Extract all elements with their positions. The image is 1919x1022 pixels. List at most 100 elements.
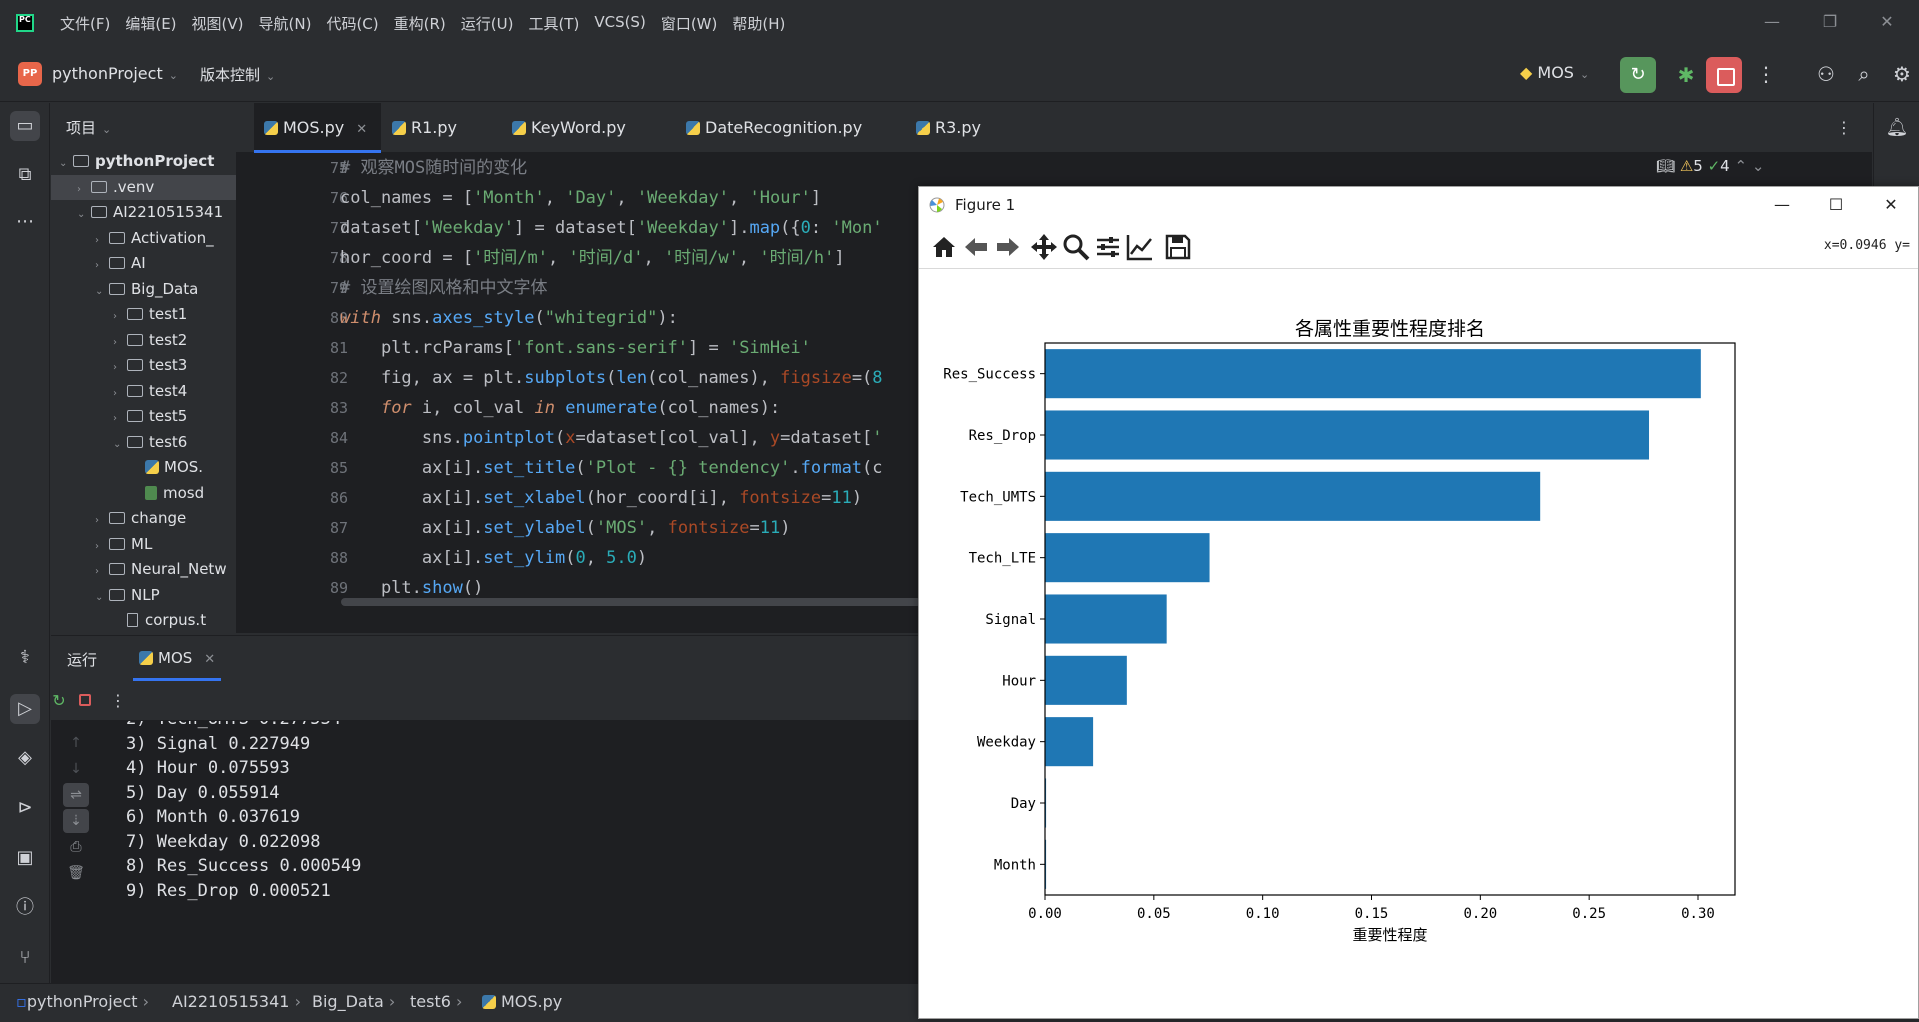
notifications-bell-icon[interactable]: 🔔︎ (1882, 113, 1912, 143)
tree-item[interactable]: › change (51, 506, 236, 531)
stop-icon[interactable] (73, 689, 97, 713)
tree-item[interactable]: ⌄ Big_Data (51, 277, 236, 302)
scroll-to-end-icon[interactable]: ⇣ (63, 809, 89, 833)
inspection-widget[interactable]: 📖︎ ⚠5 ✓4 ⌃ ⌄ (1656, 157, 1764, 175)
menu-item[interactable]: 运行(U) (461, 13, 514, 34)
trash-icon[interactable]: 🗑︎ (63, 861, 89, 885)
save-floppy-icon[interactable] (1163, 232, 1193, 262)
tab-keyword-py[interactable]: KeyWord.py (512, 103, 626, 153)
menu-item[interactable]: 重构(R) (394, 13, 446, 34)
horizontal-scrollbar[interactable] (341, 598, 921, 606)
close-icon[interactable]: ✕ (1877, 12, 1897, 32)
chevron-right-icon[interactable]: › (77, 177, 91, 202)
menu-item[interactable]: 导航(N) (259, 13, 312, 34)
more-horizontal-icon[interactable]: ⋯ (10, 207, 40, 237)
figure-close-icon[interactable]: ✕ (1879, 193, 1903, 217)
minimize-icon[interactable]: — (1762, 12, 1782, 32)
menu-item[interactable]: 代码(C) (326, 13, 378, 34)
tree-item[interactable]: › test1 (51, 302, 236, 327)
debug-button[interactable]: ✱ (1668, 57, 1704, 93)
tree-item[interactable]: ⌄ test6 (51, 430, 236, 455)
tab-mos-py[interactable]: MOS.py ✕ (254, 103, 382, 153)
reader-mode-icon[interactable]: 📖︎ (1656, 157, 1680, 175)
edit-axes-icon[interactable] (1125, 232, 1155, 262)
configure-subplots-icon[interactable] (1093, 232, 1123, 262)
run-config-selector[interactable]: ◆ MOS ⌄ (1520, 63, 1589, 82)
tree-item[interactable]: corpus.t (51, 608, 236, 633)
tree-item[interactable]: ⌄ pythonProject (51, 149, 236, 174)
tree-item[interactable]: ⌄ NLP (51, 583, 236, 608)
menu-item[interactable]: 帮助(H) (732, 13, 785, 34)
stop-button[interactable] (1706, 57, 1742, 93)
breadcrumb-item[interactable]: MOS.py (482, 992, 562, 1011)
add-user-icon[interactable]: ⚇ (1812, 60, 1840, 88)
chevron-right-icon[interactable]: › (113, 355, 127, 380)
tab-r3-py[interactable]: R3.py (916, 103, 981, 153)
chevron-right-icon[interactable]: › (95, 534, 109, 559)
figure-canvas[interactable]: 各属性重要性程度排名 Res_Success Res_Drop Tech_UMTS Te… (919, 269, 1918, 1018)
services-icon[interactable]: ⊳ (10, 793, 40, 823)
vcs-menu[interactable]: 版本控制 ⌄ (200, 64, 275, 85)
chevron-right-icon[interactable]: › (113, 406, 127, 431)
menu-item[interactable]: 文件(F) (60, 13, 110, 34)
chevron-down-icon[interactable]: ⌄ (59, 151, 73, 176)
chevron-down-icon[interactable]: ⌄ (113, 432, 127, 457)
zoom-magnifier-icon[interactable] (1061, 232, 1091, 262)
terminal-icon[interactable]: ▣ (10, 843, 40, 873)
breadcrumb-item[interactable]: Big_Data › (312, 992, 395, 1011)
home-icon[interactable] (929, 232, 959, 262)
figure-minimize-icon[interactable]: — (1770, 193, 1794, 217)
project-folder-icon[interactable]: ▭ (10, 111, 40, 141)
run-tool-icon[interactable]: ▷ (10, 694, 40, 724)
print-icon[interactable]: ⎙ (63, 835, 89, 859)
tree-item[interactable]: › AI (51, 251, 236, 276)
project-selector[interactable]: pythonProject ⌄ (52, 64, 178, 83)
breadcrumb-item[interactable]: ▫pythonProject › (16, 992, 149, 1011)
close-tab-icon[interactable]: ✕ (356, 122, 367, 137)
tree-item[interactable]: › test4 (51, 379, 236, 404)
structure-icon[interactable]: ⧉ (10, 160, 40, 190)
back-arrow-icon[interactable] (961, 232, 991, 262)
tree-item[interactable]: › test3 (51, 353, 236, 378)
tree-item[interactable]: ⌄ AI2210515341 (51, 200, 236, 225)
tab-daterecognition-py[interactable]: DateRecognition.py (686, 103, 862, 153)
chevron-right-icon[interactable]: › (113, 330, 127, 355)
chevron-right-icon[interactable]: › (95, 253, 109, 278)
project-panel-header[interactable]: 项目 ⌄ (66, 117, 111, 138)
menu-item[interactable]: 编辑(E) (125, 13, 176, 34)
tab-options-icon[interactable]: ⋮ (1836, 103, 1852, 153)
project-badge[interactable]: PP (18, 62, 42, 86)
soft-wrap-icon[interactable]: ⇌ (63, 783, 89, 807)
scroll-down-icon[interactable]: ↓ (63, 757, 89, 781)
settings-gear-icon[interactable]: ⚙ (1888, 60, 1916, 88)
close-tab-icon[interactable]: ✕ (204, 652, 215, 667)
tree-item[interactable]: › test2 (51, 328, 236, 353)
chevron-down-icon[interactable]: ⌄ (95, 279, 109, 304)
chevron-up-icon[interactable]: ⌃ (1735, 157, 1748, 175)
tree-item[interactable]: MOS. (51, 455, 236, 480)
tree-item[interactable]: › test5 (51, 404, 236, 429)
tree-item[interactable]: › Neural_Netw (51, 557, 236, 582)
chevron-right-icon[interactable]: › (113, 304, 127, 329)
chevron-right-icon[interactable]: › (113, 381, 127, 406)
menu-item[interactable]: 工具(T) (528, 13, 579, 34)
more-vertical-icon[interactable]: ⋮ (106, 689, 130, 713)
forward-arrow-icon[interactable] (993, 232, 1023, 262)
tree-item[interactable]: › ML (51, 532, 236, 557)
chevron-right-icon[interactable]: › (95, 559, 109, 584)
breadcrumb-item[interactable]: AI2210515341 › (172, 992, 301, 1011)
more-vertical-icon[interactable]: ⋮ (1752, 60, 1780, 88)
search-icon[interactable]: ⌕ (1850, 60, 1878, 88)
tree-item[interactable]: › .venv (51, 174, 236, 202)
run-tab-mos[interactable]: MOS ✕ (133, 636, 222, 681)
git-branch-icon[interactable]: ⑂ (10, 943, 40, 973)
chevron-right-icon[interactable]: › (95, 508, 109, 533)
figure-titlebar[interactable]: Figure 1 — ☐ ✕ (919, 187, 1918, 224)
tree-item[interactable]: mosd (51, 481, 236, 506)
chevron-down-icon[interactable]: ⌄ (1752, 157, 1765, 175)
rerun-icon[interactable]: ↻ (47, 689, 71, 713)
pan-move-icon[interactable] (1029, 232, 1059, 262)
menu-item[interactable]: 窗口(W) (661, 13, 718, 34)
rerun-button[interactable]: ↻ (1620, 57, 1656, 93)
figure-maximize-icon[interactable]: ☐ (1824, 193, 1848, 217)
